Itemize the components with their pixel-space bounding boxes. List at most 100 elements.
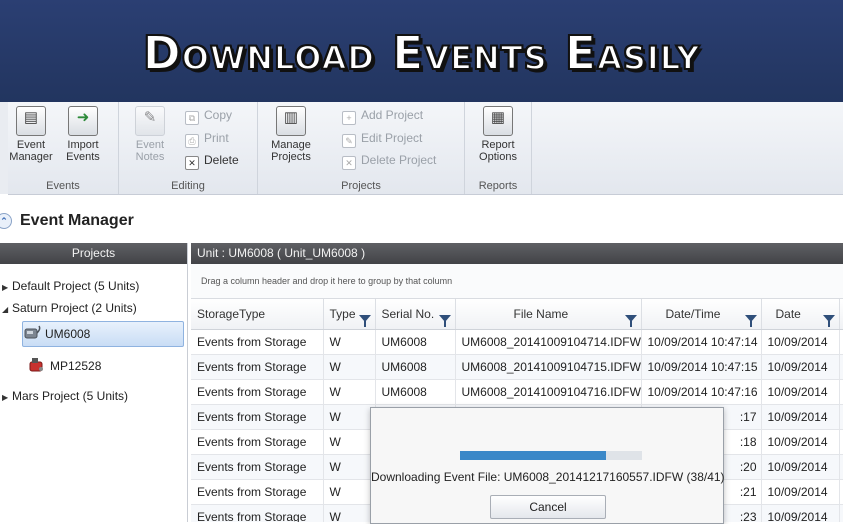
filter-icon[interactable] (438, 314, 451, 327)
table-cell: UM6008 (375, 379, 456, 405)
table-cell: W (323, 454, 376, 480)
table-cell: Events from Storage (191, 329, 324, 355)
filter-icon[interactable] (358, 314, 371, 327)
edit-project-button[interactable]: ✎ Edit Project (342, 128, 422, 148)
event-notes-icon: ✎ (135, 106, 165, 136)
table-cell: UM6008_20141009104716.IDFW (455, 379, 642, 405)
tree-item-default-project[interactable]: ▶ Default Project (5 Units) (2, 276, 139, 296)
manage-projects-label: Manage Projects (271, 139, 311, 163)
column-header-date-time[interactable]: Date/Time (641, 299, 762, 330)
progress-bar (460, 451, 642, 460)
tree-unit-mp12528[interactable]: MP12528 (28, 354, 178, 378)
ribbon-group-projects: ▥ Manage Projects + Add Project ✎ Edit Pro… (258, 102, 465, 194)
delete-label: Delete (204, 153, 239, 167)
table-cell: W (323, 379, 376, 405)
table-cell: 1 (839, 454, 843, 480)
event-manager-icon: ▤ (16, 106, 46, 136)
column-header-type[interactable]: Type (323, 299, 376, 330)
report-options-icon: ▦ (483, 106, 513, 136)
copy-icon: ⧉ (185, 111, 199, 125)
add-project-label: Add Project (361, 108, 424, 122)
import-events-label: Import Events (66, 139, 100, 163)
print-icon: ⎙ (185, 134, 199, 148)
tree-item-saturn-project[interactable]: ◢ Saturn Project (2 Units) (2, 298, 137, 318)
table-cell: Events from Storage (191, 479, 324, 505)
ribbon-group-label: Projects (341, 180, 381, 192)
table-cell: W (323, 404, 376, 430)
edit-project-label: Edit Project (361, 131, 423, 145)
column-header-storage-type[interactable]: StorageType (191, 299, 324, 330)
table-cell: 1 (839, 379, 843, 405)
grid-unit-header: Unit : UM6008 ( Unit_UM6008 ) (191, 243, 843, 264)
table-cell: Events from Storage (191, 454, 324, 480)
add-project-button[interactable]: + Add Project (342, 105, 423, 125)
delete-button[interactable]: ✕ Delete (185, 150, 239, 170)
column-header-file-name[interactable]: File Name (455, 299, 642, 330)
table-cell: 1 (839, 504, 843, 522)
filter-icon[interactable] (624, 314, 637, 327)
column-header-serial-no[interactable]: Serial No. (375, 299, 456, 330)
copy-button[interactable]: ⧉ Copy (185, 105, 232, 125)
table-cell: UM6008 (375, 354, 456, 380)
table-row[interactable]: Events from Storage W UM6008 UM6008_2014100… (191, 354, 843, 380)
table-row[interactable]: Events from Storage W UM6008 UM6008_2014100… (191, 379, 843, 405)
tree-item-mars-project[interactable]: ▶ Mars Project (5 Units) (2, 386, 128, 406)
ribbon-group-label: Editing (171, 180, 205, 192)
column-label: Type (329, 306, 356, 321)
tree-item-label: Saturn Project (2 Units) (12, 301, 137, 315)
table-cell: W (323, 354, 376, 380)
event-notes-button[interactable]: ✎ Event Notes (127, 106, 173, 163)
report-options-button[interactable]: ▦ Report Options (473, 106, 523, 163)
table-cell: Events from Storage (191, 379, 324, 405)
table-cell: UM6008_20141009104715.IDFW (455, 354, 642, 380)
collapse-arrow-icon[interactable]: ◢ (2, 300, 12, 320)
download-status-text: Downloading Event File: UM6008_201412171… (371, 470, 725, 484)
download-progress-dialog: Downloading Event File: UM6008_201412171… (370, 407, 725, 524)
delete-project-icon: ✕ (342, 156, 356, 170)
print-label: Print (204, 131, 229, 145)
print-button[interactable]: ⎙ Print (185, 128, 229, 148)
section-header: ⌃ Event Manager (0, 212, 134, 238)
red-device-icon (29, 358, 43, 372)
table-cell: Events from Storage (191, 404, 324, 430)
report-options-label: Report Options (479, 139, 517, 163)
cancel-button[interactable]: Cancel (490, 495, 606, 519)
column-header-date[interactable]: Date (761, 299, 840, 330)
table-cell: 10/09/2014 (761, 429, 840, 455)
import-events-button[interactable]: ➜ Import Events (60, 106, 106, 163)
promo-banner: Download Events Easily (0, 0, 843, 102)
manage-projects-button[interactable]: ▥ Manage Projects (268, 106, 314, 163)
ribbon-group-editing: ✎ Event Notes ⧉ Copy ⎙ Print ✕ Delete Editi… (119, 102, 258, 194)
expand-arrow-icon[interactable]: ▶ (2, 278, 12, 298)
table-cell: W (323, 504, 376, 522)
table-cell: 10/09/2014 (761, 454, 840, 480)
table-row[interactable]: Events from Storage W UM6008 UM6008_2014100… (191, 329, 843, 355)
event-manager-button[interactable]: ▤ Event Manager (8, 106, 54, 163)
manage-projects-icon: ▥ (276, 106, 306, 136)
table-cell: 10/09/2014 (761, 404, 840, 430)
filter-icon[interactable] (822, 314, 835, 327)
event-manager-label: Event Manager (9, 139, 53, 163)
table-cell: 10/09/2014 (761, 329, 840, 355)
column-label: Date (775, 306, 801, 321)
column-header-time[interactable]: T (839, 299, 843, 330)
tree-unit-um6008[interactable]: UM6008 (22, 321, 184, 347)
edit-project-icon: ✎ (342, 134, 356, 148)
projects-header: Projects (0, 243, 187, 264)
column-label: StorageType (197, 307, 266, 321)
table-cell: 1 (839, 404, 843, 430)
banner-title: Download Events Easily (142, 25, 701, 81)
expand-arrow-icon[interactable]: ▶ (2, 388, 12, 408)
table-cell: 1 (839, 479, 843, 505)
delete-project-button[interactable]: ✕ Delete Project (342, 150, 436, 170)
group-by-drop-zone[interactable]: Drag a column header and drop it here to… (191, 264, 843, 299)
table-cell: UM6008_20141009104714.IDFW (455, 329, 642, 355)
filter-icon[interactable] (744, 314, 757, 327)
table-cell: Events from Storage (191, 354, 324, 380)
collapse-chevron-icon[interactable]: ⌃ (0, 213, 12, 229)
table-cell: 10/09/2014 10:47:16 (641, 379, 762, 405)
import-events-icon: ➜ (68, 106, 98, 136)
copy-label: Copy (204, 108, 233, 122)
table-cell: 1 (839, 329, 843, 355)
table-cell: 10/09/2014 10:47:15 (641, 354, 762, 380)
